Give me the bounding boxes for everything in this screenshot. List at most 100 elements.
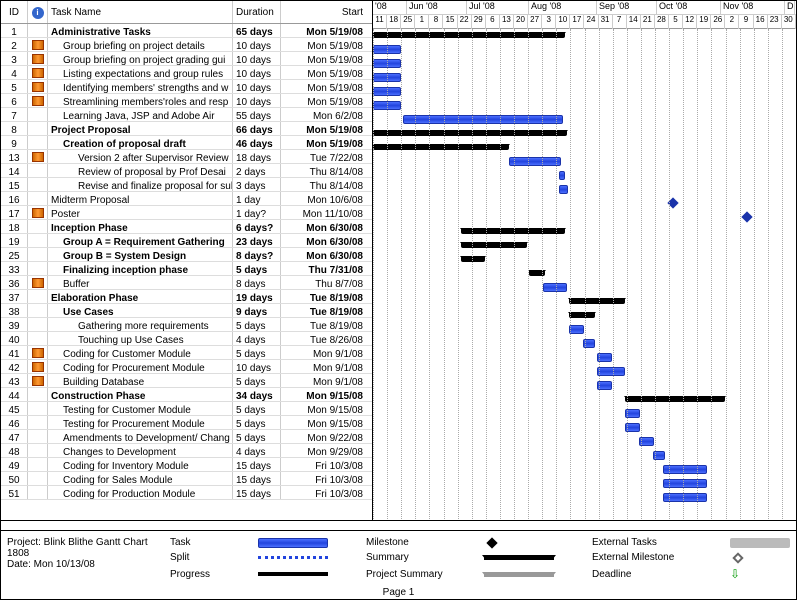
task-row[interactable]: 46Testing for Procurement Module5 daysMo… xyxy=(1,416,372,430)
task-duration[interactable]: 8 days? xyxy=(233,248,281,261)
header-start[interactable]: Start xyxy=(281,1,366,23)
task-row[interactable]: 45Testing for Customer Module5 daysMon 9… xyxy=(1,402,372,416)
task-duration[interactable]: 5 days xyxy=(233,374,281,387)
task-start[interactable]: Fri 10/3/08 xyxy=(281,472,366,485)
task-duration[interactable]: 15 days xyxy=(233,486,281,499)
task-name[interactable]: Use Cases xyxy=(48,304,233,317)
task-start[interactable]: Fri 10/3/08 xyxy=(281,458,366,471)
gantt-bar[interactable] xyxy=(403,115,563,124)
task-start[interactable]: Mon 9/15/08 xyxy=(281,388,366,401)
task-start[interactable]: Mon 6/30/08 xyxy=(281,220,366,233)
task-name[interactable]: Changes to Development xyxy=(48,444,233,457)
task-name[interactable]: Building Database xyxy=(48,374,233,387)
task-duration[interactable]: 10 days xyxy=(233,38,281,51)
header-id[interactable]: ID xyxy=(1,1,28,23)
task-row[interactable]: 25Group B = System Design8 days?Mon 6/30… xyxy=(1,248,372,262)
task-row[interactable]: 9Creation of proposal draft46 daysMon 5/… xyxy=(1,136,372,150)
task-start[interactable]: Mon 6/30/08 xyxy=(281,248,366,261)
task-start[interactable]: Mon 9/15/08 xyxy=(281,402,366,415)
task-row[interactable]: 1Administrative Tasks65 daysMon 5/19/08 xyxy=(1,24,372,38)
task-row[interactable]: 4Listing expectations and group rules10 … xyxy=(1,66,372,80)
task-name[interactable]: Finalizing inception phase xyxy=(48,262,233,275)
task-start[interactable]: Mon 10/6/08 xyxy=(281,192,366,205)
task-start[interactable]: Mon 9/15/08 xyxy=(281,416,366,429)
task-start[interactable]: Thu 7/31/08 xyxy=(281,262,366,275)
task-start[interactable]: Tue 8/19/08 xyxy=(281,290,366,303)
task-start[interactable]: Thu 8/7/08 xyxy=(281,276,366,289)
task-row[interactable]: 2Group briefing on project details10 day… xyxy=(1,38,372,52)
task-start[interactable]: Mon 5/19/08 xyxy=(281,24,366,37)
task-row[interactable]: 51Coding for Production Module15 daysFri… xyxy=(1,486,372,500)
task-start[interactable]: Fri 10/3/08 xyxy=(281,486,366,499)
task-name[interactable]: Midterm Proposal xyxy=(48,192,233,205)
task-duration[interactable]: 15 days xyxy=(233,458,281,471)
task-row[interactable]: 44Construction Phase34 daysMon 9/15/08 xyxy=(1,388,372,402)
task-start[interactable]: Mon 9/1/08 xyxy=(281,346,366,359)
task-start[interactable]: Mon 9/29/08 xyxy=(281,444,366,457)
task-duration[interactable]: 34 days xyxy=(233,388,281,401)
milestone-marker[interactable] xyxy=(741,211,752,222)
task-name[interactable]: Group A = Requirement Gathering xyxy=(48,234,233,247)
task-row[interactable]: 18Inception Phase6 days?Mon 6/30/08 xyxy=(1,220,372,234)
header-info[interactable]: i xyxy=(28,1,48,23)
task-row[interactable]: 14Review of proposal by Prof Desai2 days… xyxy=(1,164,372,178)
task-row[interactable]: 48Changes to Development4 daysMon 9/29/0… xyxy=(1,444,372,458)
task-duration[interactable]: 10 days xyxy=(233,66,281,79)
task-row[interactable]: 37Elaboration Phase19 daysTue 8/19/08 xyxy=(1,290,372,304)
task-row[interactable]: 7Learning Java, JSP and Adobe Air55 days… xyxy=(1,108,372,122)
task-name[interactable]: Testing for Customer Module xyxy=(48,402,233,415)
task-row[interactable]: 16Midterm Proposal1 dayMon 10/6/08 xyxy=(1,192,372,206)
task-start[interactable]: Mon 11/10/08 xyxy=(281,206,366,219)
task-name[interactable]: Group B = System Design xyxy=(48,248,233,261)
task-start[interactable]: Mon 9/22/08 xyxy=(281,430,366,443)
task-name[interactable]: Testing for Procurement Module xyxy=(48,416,233,429)
task-duration[interactable]: 8 days xyxy=(233,276,281,289)
task-start[interactable]: Mon 5/19/08 xyxy=(281,52,366,65)
task-row[interactable]: 19Group A = Requirement Gathering23 days… xyxy=(1,234,372,248)
header-name[interactable]: Task Name xyxy=(48,1,233,23)
task-row[interactable]: 47Amendments to Development/ Chang5 days… xyxy=(1,430,372,444)
task-duration[interactable]: 2 days xyxy=(233,164,281,177)
task-row[interactable]: 3Group briefing on project grading gui10… xyxy=(1,52,372,66)
task-duration[interactable]: 4 days xyxy=(233,332,281,345)
gantt-bar[interactable] xyxy=(559,185,568,194)
task-name[interactable]: Coding for Procurement Module xyxy=(48,360,233,373)
task-duration[interactable]: 5 days xyxy=(233,262,281,275)
task-duration[interactable]: 1 day? xyxy=(233,206,281,219)
task-name[interactable]: Elaboration Phase xyxy=(48,290,233,303)
task-start[interactable]: Mon 9/1/08 xyxy=(281,360,366,373)
task-row[interactable]: 38Use Cases9 daysTue 8/19/08 xyxy=(1,304,372,318)
task-start[interactable]: Mon 6/2/08 xyxy=(281,108,366,121)
task-name[interactable]: Review of proposal by Prof Desai xyxy=(48,164,233,177)
task-name[interactable]: Revise and finalize proposal for subm xyxy=(48,178,233,191)
task-duration[interactable]: 5 days xyxy=(233,402,281,415)
task-start[interactable]: Mon 9/1/08 xyxy=(281,374,366,387)
task-duration[interactable]: 66 days xyxy=(233,122,281,135)
task-duration[interactable]: 65 days xyxy=(233,24,281,37)
task-name[interactable]: Buffer xyxy=(48,276,233,289)
task-start[interactable]: Mon 6/30/08 xyxy=(281,234,366,247)
task-name[interactable]: Poster xyxy=(48,206,233,219)
task-name[interactable]: Identifying members' strengths and w xyxy=(48,80,233,93)
task-start[interactable]: Tue 8/19/08 xyxy=(281,304,366,317)
task-start[interactable]: Mon 5/19/08 xyxy=(281,80,366,93)
task-name[interactable]: Streamlining members'roles and resp xyxy=(48,94,233,107)
task-duration[interactable]: 55 days xyxy=(233,108,281,121)
task-start[interactable]: Tue 8/26/08 xyxy=(281,332,366,345)
task-row[interactable]: 42Coding for Procurement Module10 daysMo… xyxy=(1,360,372,374)
task-name[interactable]: Inception Phase xyxy=(48,220,233,233)
gantt-bar[interactable] xyxy=(373,144,509,150)
task-duration[interactable]: 10 days xyxy=(233,360,281,373)
task-row[interactable]: 8Project Proposal66 daysMon 5/19/08 xyxy=(1,122,372,136)
gantt-bar[interactable] xyxy=(461,256,485,262)
task-row[interactable]: 43Building Database5 daysMon 9/1/08 xyxy=(1,374,372,388)
task-name[interactable]: Group briefing on project details xyxy=(48,38,233,51)
task-duration[interactable]: 1 day xyxy=(233,192,281,205)
task-duration[interactable]: 15 days xyxy=(233,472,281,485)
task-row[interactable]: 15Revise and finalize proposal for subm3… xyxy=(1,178,372,192)
gantt-bar[interactable] xyxy=(597,367,625,376)
gantt-bar[interactable] xyxy=(509,157,561,166)
task-duration[interactable]: 10 days xyxy=(233,52,281,65)
task-row[interactable]: 36Buffer8 daysThu 8/7/08 xyxy=(1,276,372,290)
task-name[interactable]: Coding for Sales Module xyxy=(48,472,233,485)
